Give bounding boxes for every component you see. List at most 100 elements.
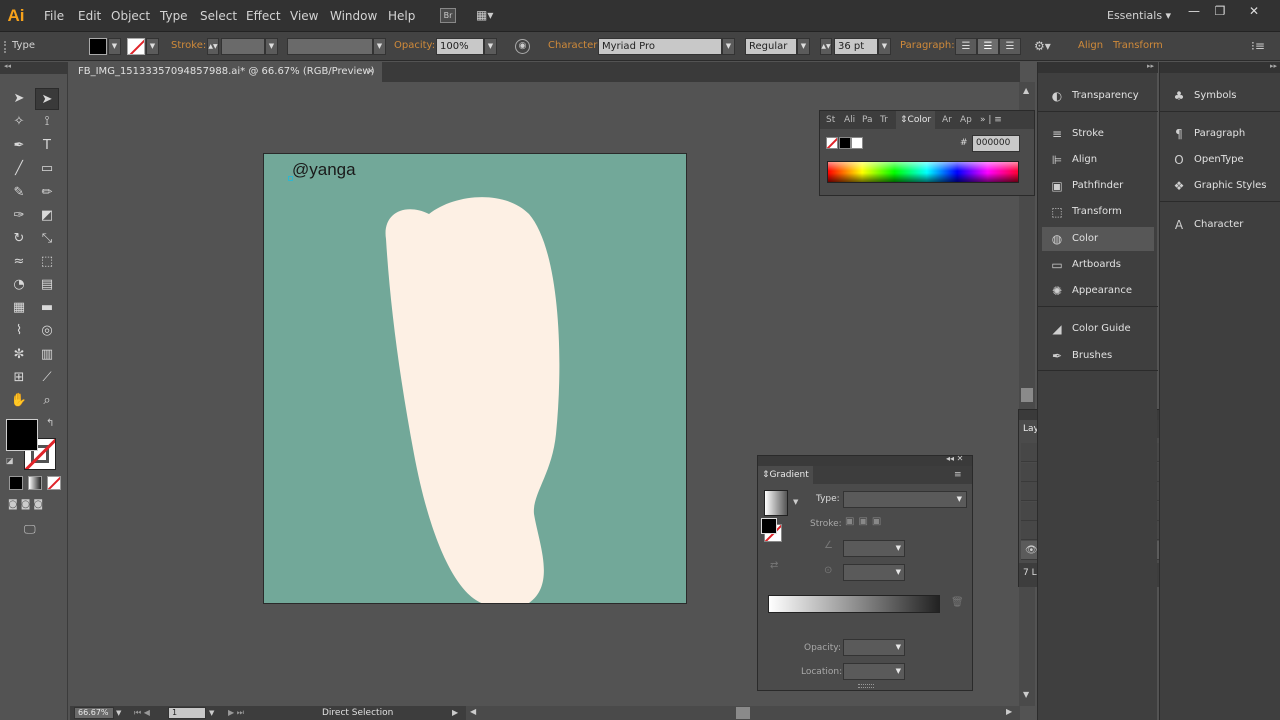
tab-color[interactable]: ⇕Color [896,111,936,129]
blob-brush-tool-icon[interactable]: ✑ [7,205,31,227]
opacity-label[interactable]: Opacity: [394,40,435,51]
font-size-field[interactable]: 36 pt [834,38,878,55]
character-label[interactable]: Character: [548,40,601,51]
expand-dock-right-icon[interactable]: ▸▸ [1270,62,1277,70]
delete-stop-icon[interactable]: 🗑 [951,597,964,608]
menu-select[interactable]: Select [200,0,237,32]
opacity-field[interactable]: 100% [436,38,484,55]
selection-tool-icon[interactable]: ➤ [7,88,31,110]
pen-tool-icon[interactable]: ✒ [7,135,31,157]
stroke-swatch[interactable] [127,38,145,55]
horizontal-scroll-thumb[interactable] [736,707,750,719]
align-right-icon[interactable]: ☰ [999,38,1021,55]
screen-mode-icon[interactable]: 🖵 [24,522,44,538]
variable-width-dropdown[interactable]: ▼ [373,38,386,55]
workspace-switcher[interactable]: Essentials ▾ [1107,0,1171,32]
hand-tool-icon[interactable]: ✋ [7,390,31,412]
first-artboard-icon[interactable]: ⏮ ◀ [134,706,150,720]
dock-item-align[interactable]: ⊫ Align [1042,148,1154,172]
panel-menu-icon[interactable]: ⁝≡ [1251,39,1265,53]
scale-tool-icon[interactable]: ⤡ [35,228,59,250]
minimize-button[interactable]: — [1181,3,1207,19]
direct-selection-tool-icon[interactable]: ➤ [35,88,59,110]
black-swatch[interactable] [839,137,851,149]
aspect-ratio-field[interactable]: ▼ [843,564,905,581]
artboard-tool-icon[interactable]: ⊞ [7,367,31,389]
mesh-tool-icon[interactable]: ▦ [7,297,31,319]
status-menu-icon[interactable]: ▶ [452,706,458,720]
font-style-dropdown[interactable]: ▼ [797,38,810,55]
dock-item-symbols[interactable]: ♣ Symbols [1164,84,1276,108]
fill-color-box[interactable] [6,419,38,451]
menu-help[interactable]: Help [388,0,415,32]
variable-width-field[interactable] [287,38,373,55]
magic-wand-tool-icon[interactable]: ✧ [7,111,31,133]
paragraph-label[interactable]: Paragraph: [900,40,955,51]
scroll-down-icon[interactable]: ▼ [1023,690,1029,699]
vertical-scroll-thumb[interactable] [1021,388,1033,402]
type-tool-icon[interactable]: T [35,135,59,157]
fill-swatch[interactable] [89,38,107,55]
dock-item-transform[interactable]: ⬚ Transform [1042,200,1154,224]
menu-window[interactable]: Window [330,0,377,32]
tab-stroke[interactable]: St [826,111,835,129]
menu-object[interactable]: Object [111,0,150,32]
menu-edit[interactable]: Edit [78,0,101,32]
collapse-panel-icon[interactable]: ◂◂ ✕ [946,454,963,463]
next-artboard-icon[interactable]: ▶ ⏭ [228,706,244,720]
stroke-weight-dropdown[interactable]: ▼ [265,38,278,55]
stop-opacity-field[interactable]: ▼ [843,639,905,656]
paintbrush-tool-icon[interactable]: ✎ [7,182,31,204]
menu-file[interactable]: File [44,0,64,32]
gradient-panel-menu-icon[interactable]: ≡ [954,466,962,484]
stroke-weight-stepper[interactable]: ▲▼ [207,38,219,55]
font-family-dropdown[interactable]: ▼ [722,38,735,55]
zoom-tool-icon[interactable]: ⌕ [35,390,59,412]
align-center-icon[interactable]: ☰ [977,38,999,55]
font-style-field[interactable]: Regular [745,38,797,55]
opacity-dropdown[interactable]: ▼ [484,38,497,55]
none-swatch-icon[interactable] [826,137,838,149]
width-tool-icon[interactable]: ≈ [7,251,31,273]
dock-item-opentype[interactable]: O OpenType [1164,148,1276,172]
hex-input[interactable]: 000000 [972,135,1020,152]
gradient-mode-icon[interactable] [28,476,42,490]
shape-builder-tool-icon[interactable]: ◔ [7,274,31,296]
artboard[interactable]: @yanga [263,153,687,604]
menu-effect[interactable]: Effect [246,0,281,32]
eraser-tool-icon[interactable]: ◩ [35,205,59,227]
scroll-left-icon[interactable]: ◀ [470,707,476,716]
white-swatch[interactable] [851,137,863,149]
gradient-preview[interactable] [764,490,788,516]
stroke-label[interactable]: Stroke: [171,40,206,51]
rectangle-tool-icon[interactable]: ▭ [35,158,59,180]
dock-item-transparency[interactable]: ◐ Transparency [1042,84,1154,108]
dock-item-brushes[interactable]: ✒ Brushes [1042,344,1154,368]
symbol-sprayer-tool-icon[interactable]: ✼ [7,344,31,366]
scroll-right-icon[interactable]: ▶ [1006,707,1012,716]
fill-dropdown[interactable]: ▼ [108,38,121,55]
color-mode-icon[interactable] [9,476,23,490]
font-size-dropdown[interactable]: ▼ [878,38,891,55]
free-transform-tool-icon[interactable]: ⬚ [35,251,59,273]
close-window-button[interactable]: ✕ [1241,3,1267,19]
stroke-weight-field[interactable] [221,38,265,55]
zoom-dropdown[interactable]: ▼ [116,706,121,720]
stroke-gradient-options-icon[interactable]: ▣▣▣ [845,516,909,532]
transform-link[interactable]: Transform [1113,40,1163,51]
gradient-fill-swatch[interactable] [761,518,777,534]
close-document-icon[interactable]: ✕ [367,62,375,82]
angle-field[interactable]: ▼ [843,540,905,557]
dock-item-graphic-styles[interactable]: ❖ Graphic Styles [1164,174,1276,198]
artboard-dropdown[interactable]: ▼ [209,706,214,720]
resize-grip-icon[interactable] [858,684,874,688]
panel-controls-icon[interactable]: » | ≡ [980,111,1002,129]
blend-tool-icon[interactable]: ◎ [35,320,59,342]
arrange-documents-icon[interactable]: ▦▾ [476,8,500,23]
align-link[interactable]: Align [1078,40,1103,51]
dock-item-color-guide[interactable]: ◢ Color Guide [1042,317,1154,341]
tab-artboards[interactable]: Ar [942,111,952,129]
stop-location-field[interactable]: ▼ [843,663,905,680]
column-graph-tool-icon[interactable]: ▥ [35,344,59,366]
expand-dock-icon[interactable]: ▸▸ [1147,62,1154,70]
